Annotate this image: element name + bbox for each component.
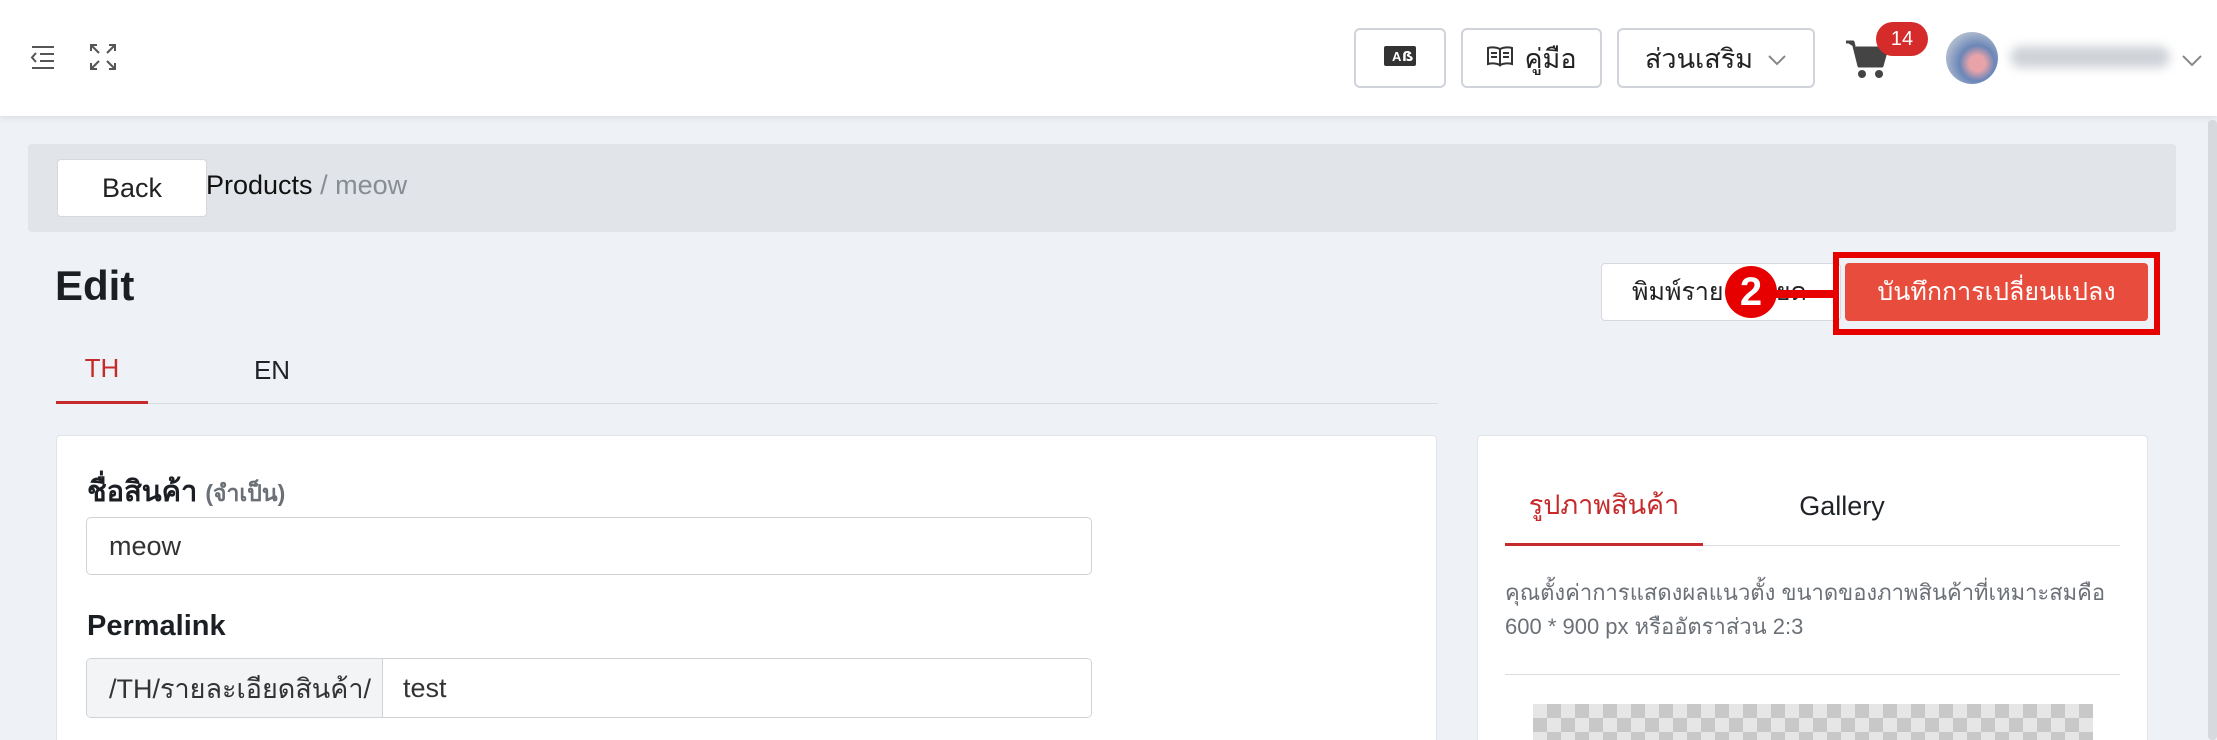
highlight-connector xyxy=(1770,290,1836,298)
step-marker: 2 xyxy=(1725,266,1777,318)
product-name-label: ชื่อสินค้า (จำเป็น) xyxy=(87,468,285,514)
translate-button[interactable]: A ẞ xyxy=(1354,28,1446,88)
breadcrumb-separator: / xyxy=(320,170,328,200)
back-button[interactable]: Back xyxy=(57,159,207,217)
scrollbar[interactable] xyxy=(2208,120,2217,740)
product-name-label-text: ชื่อสินค้า xyxy=(87,476,198,508)
tab-en[interactable]: EN xyxy=(232,336,312,404)
product-image-card: รูปภาพสินค้า Gallery คุณตั้งค่าการแสดงผล… xyxy=(1477,435,2148,740)
divider xyxy=(1505,674,2120,675)
book-icon xyxy=(1486,43,1514,74)
addons-label: ส่วนเสริม xyxy=(1644,43,1754,74)
language-tabs: TH EN xyxy=(56,336,1438,404)
manual-button[interactable]: คู่มือ xyxy=(1461,28,1602,88)
tab-gallery[interactable]: Gallery xyxy=(1767,466,1917,546)
permalink-field: /TH/รายละเอียดสินค้า/ xyxy=(86,658,1092,718)
required-note: (จำเป็น) xyxy=(205,480,286,506)
svg-text:ẞ: ẞ xyxy=(1402,50,1414,65)
highlight-box xyxy=(1833,252,2160,335)
addons-dropdown[interactable]: ส่วนเสริม xyxy=(1617,28,1815,88)
svg-text:A: A xyxy=(1392,49,1402,64)
breadcrumb-bar: Back Products / meow xyxy=(28,144,2176,232)
fullscreen-icon[interactable] xyxy=(88,42,118,72)
manual-label: คู่มือ xyxy=(1524,43,1577,74)
image-tabs: รูปภาพสินค้า Gallery xyxy=(1505,466,2120,546)
product-form-card: ชื่อสินค้า (จำเป็น) Permalink /TH/รายละเ… xyxy=(56,435,1437,740)
breadcrumb: Products / meow xyxy=(206,170,407,201)
avatar[interactable] xyxy=(1946,32,1998,84)
tab-th[interactable]: TH xyxy=(56,336,148,404)
chevron-down-icon xyxy=(1767,43,1787,74)
collapse-sidebar-icon[interactable] xyxy=(28,42,58,72)
user-menu-chevron-icon[interactable] xyxy=(2180,48,2204,72)
breadcrumb-current: meow xyxy=(335,170,408,200)
breadcrumb-products-link[interactable]: Products xyxy=(206,170,313,200)
top-header: A ẞ คู่มือ ส่วนเสริม 14 xyxy=(0,0,2217,116)
translate-icon: A ẞ xyxy=(1383,43,1417,74)
permalink-input[interactable] xyxy=(383,659,1091,717)
image-placeholder[interactable] xyxy=(1533,704,2093,740)
permalink-prefix: /TH/รายละเอียดสินค้า/ xyxy=(87,659,383,717)
page-title: Edit xyxy=(55,262,135,309)
permalink-label: Permalink xyxy=(87,610,226,642)
product-name-input[interactable] xyxy=(86,517,1092,575)
cart-count-badge: 14 xyxy=(1876,22,1928,56)
user-name-blurred xyxy=(2010,46,2170,68)
image-size-hint: คุณตั้งค่าการแสดงผลแนวตั้ง ขนาดของภาพสิน… xyxy=(1505,580,2106,639)
tab-product-image[interactable]: รูปภาพสินค้า xyxy=(1505,466,1703,546)
